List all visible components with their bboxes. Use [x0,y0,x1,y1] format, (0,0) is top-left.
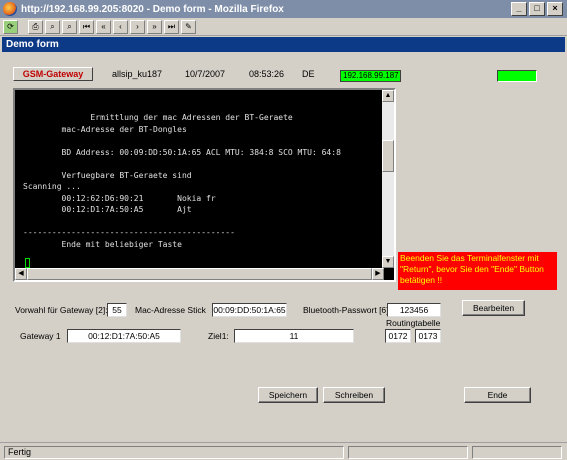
horizontal-scrollbar[interactable]: ◀ ▶ [15,268,384,280]
ip-address-field: 192.168.99.187 [340,70,401,82]
time-label: 08:53:26 [249,69,285,79]
back-icon[interactable]: ‹ [113,19,128,34]
terminal-line: Scanning ... [23,182,81,191]
terminal-cursor [25,258,30,268]
routing-input-2[interactable]: 0173 [415,329,441,343]
routing-input-1[interactable]: 0172 [385,329,411,343]
reload-icon[interactable]: ⟳ [3,19,18,34]
terminal-window[interactable]: Ermittlung der mac Adressen der BT-Gerae… [13,88,396,282]
first-icon[interactable]: ⏮ [79,19,94,34]
maximize-button[interactable]: □ [529,2,545,16]
vorwahl-input[interactable]: 55 [107,303,127,317]
user-label: allsip_ku187 [112,69,163,79]
find-icon[interactable]: ⌕ [45,19,60,34]
window-title: http://192.168.99.205:8020 - Demo form -… [21,3,284,15]
next-icon[interactable]: » [147,19,162,34]
scroll-thumb[interactable] [382,140,394,172]
gateway-input[interactable]: 00:12:D1:7A:50:A5 [67,329,181,343]
status-cell [348,446,468,459]
mac-address-label: Mac-Adresse Stick [135,305,206,315]
last-icon[interactable]: ⏭ [164,19,179,34]
status-cell [472,446,562,459]
minimize-button[interactable]: _ [511,2,527,16]
title-bar: http://192.168.99.205:8020 - Demo form -… [0,0,567,18]
bearbeiten-button[interactable]: Bearbeiten [462,300,525,316]
routing-table-label: Routingtabelle [386,318,441,328]
gateway-label: Gateway 1 [20,331,61,341]
scroll-left-icon[interactable]: ◀ [15,268,27,280]
vorwahl-label: Vorwahl für Gateway [2]: [15,305,108,315]
status-led [497,70,537,82]
form-header: Demo form [2,37,565,52]
forward-icon[interactable]: › [130,19,145,34]
vertical-scrollbar[interactable]: ▲ ▼ [382,90,394,268]
edit-icon[interactable]: ✎ [181,19,196,34]
print-icon[interactable]: ⎙ [28,19,43,34]
close-button[interactable]: × [547,2,563,16]
status-bar: Fertig [0,442,567,460]
scroll-right-icon[interactable]: ▶ [372,268,384,280]
ziel-label: Ziel1: [208,331,229,341]
gsm-gateway-button[interactable]: GSM-Gateway [13,67,93,81]
terminal-line: Verfuegbare BT-Geraete sind [23,170,192,180]
ziel-input[interactable]: 11 [234,329,354,343]
terminal-line: BD Address: 00:09:DD:50:1A:65 ACL MTU: 3… [23,147,341,157]
window-controls: _ □ × [511,2,563,16]
terminal-line: 00:12:62:D6:90:21 Nokia fr [23,193,216,203]
terminal-line: 00:12:D1:7A:50:A5 Ajt [23,205,192,214]
previous-icon[interactable]: « [96,19,111,34]
find-next-icon[interactable]: ⌕ [62,19,77,34]
scroll-up-icon[interactable]: ▲ [382,90,394,102]
status-text: Fertig [4,446,344,459]
schreiben-button[interactable]: Schreiben [323,387,385,403]
warning-message: Beenden Sie das Terminalfenster mit "Ret… [398,252,557,290]
bluetooth-password-input[interactable]: 123456 [387,303,441,317]
hscroll-thumb[interactable] [27,268,372,280]
terminal-line: mac-Adresse der BT-Dongles [23,124,187,134]
terminal-line: Ermittlung der mac Adressen der BT-Gerae… [23,113,293,122]
language-label: DE [302,69,315,79]
scroll-down-icon[interactable]: ▼ [382,256,394,268]
firefox-logo-icon [3,2,17,16]
ende-button[interactable]: Ende [464,387,531,403]
terminal-line: ----------------------------------------… [23,228,235,237]
speichern-button[interactable]: Speichern [258,387,318,403]
terminal-output: Ermittlung der mac Adressen der BT-Gerae… [23,112,341,250]
toolbar: ⟳ ⎙ ⌕ ⌕ ⏮ « ‹ › » ⏭ ✎ [0,18,567,36]
date-label: 10/7/2007 [185,69,226,79]
mac-address-input[interactable]: 00:09:DD:50:1A:65 [212,303,287,317]
terminal-line: Ende mit beliebiger Taste [23,239,182,249]
bluetooth-password-label: Bluetooth-Passwort [6]: [303,305,391,315]
